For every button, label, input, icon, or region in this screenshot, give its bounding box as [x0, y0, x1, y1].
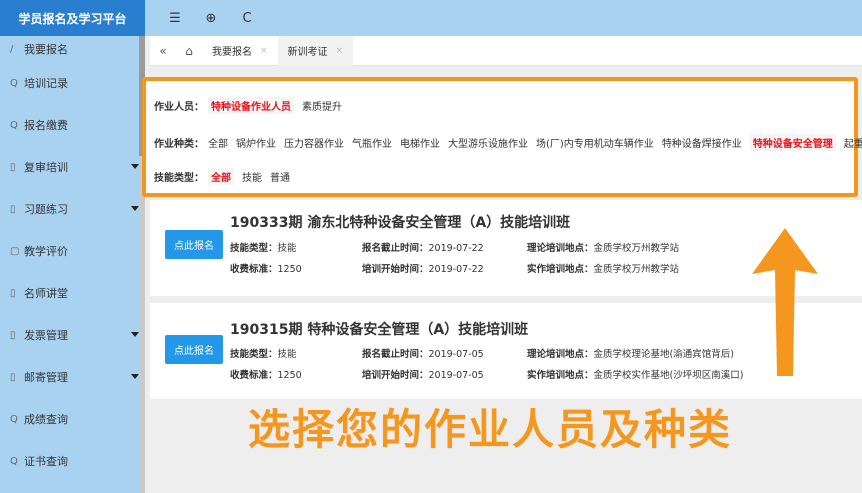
sidebar-item[interactable]: ▯ 邮寄管理 — [0, 356, 145, 398]
theory-location: 理论培训地点：金质学校理论基地(渝通宾馆背后) — [527, 349, 734, 360]
menu-item-icon: Q — [10, 77, 18, 89]
filter-option[interactable]: 全部 — [208, 168, 234, 185]
tab-label: 新训考证 — [287, 47, 328, 58]
sidebar-item[interactable]: Q 证书查询 — [0, 440, 145, 482]
practice-location: 实作培训地点：金质学校万州教学站 — [527, 264, 680, 275]
tab-label: 我要报名 — [212, 47, 252, 58]
filter-option[interactable]: 锅炉作业 — [236, 135, 276, 150]
filter-option[interactable]: 起重机作业 — [844, 135, 862, 150]
sidebar-item-label: 教学评价 — [24, 245, 68, 258]
sidebar-item[interactable]: Q 培训记录 — [0, 62, 145, 104]
sidebar-item[interactable]: ▯ 复审培训 — [0, 146, 145, 188]
menu-item-icon: ▯ — [10, 287, 16, 299]
menu-toggle-icon[interactable]: ☰ — [167, 11, 183, 26]
sidebar-item-label: 我要报名 — [24, 43, 68, 56]
tab-bar: « ⌂ 我要报名 × 新训考证 × — [150, 35, 862, 66]
deadline: 报名截止时间：2019-07-22 — [362, 243, 484, 254]
sidebar-menu: / 我要报名 Q 培训记录 Q 报名缴费 ▯ 复审培训 ▯ 习题练习 ▢ 教学评价 ▯ 名师讲堂 ▯ 发票管理… — [0, 36, 145, 482]
sidebar-item[interactable]: Q 成绩查询 — [0, 398, 145, 440]
globe-icon[interactable]: ⊕ — [203, 11, 219, 26]
skill-type: 技能类型：技能 — [230, 349, 297, 360]
course-title: 190333期 渝东北特种设备安全管理（A）技能培训班 — [230, 215, 571, 231]
filter-label: 作业种类： — [154, 139, 204, 150]
filter-panel: 作业人员： 特种设备作业人员 素质提升 作业种类： 全部 锅炉作业 压力容器作业 气瓶作… — [142, 77, 862, 197]
menu-item-icon: ▢ — [10, 245, 20, 257]
instruction-caption: 选择您的作业人员及种类 — [248, 405, 733, 454]
filter-option[interactable]: 大型游乐设施作业 — [448, 135, 528, 150]
theory-location: 理论培训地点：金质学校万州教学站 — [527, 243, 680, 254]
apply-button[interactable]: 点此报名 — [165, 230, 223, 259]
sidebar-item[interactable]: ▢ 教学评价 — [0, 230, 145, 272]
menu-item-icon: Q — [10, 119, 18, 131]
up-arrow-icon — [752, 228, 818, 376]
sidebar-item[interactable]: Q 报名缴费 — [0, 104, 145, 146]
tab-signup[interactable]: 我要报名 × — [202, 36, 278, 66]
sidebar-item-label: 报名缴费 — [24, 119, 68, 132]
sidebar-item-label: 邮寄管理 — [24, 371, 68, 384]
sidebar-item-label: 发票管理 — [24, 329, 68, 342]
filter-row-personnel: 作业人员： 特种设备作业人员 素质提升 — [154, 97, 854, 114]
expand-caret-icon[interactable] — [131, 374, 139, 379]
menu-item-icon: ▯ — [10, 371, 16, 383]
filter-option[interactable]: 气瓶作业 — [352, 135, 392, 150]
filter-label: 作业人员： — [154, 102, 204, 113]
sidebar-item[interactable]: ▯ 发票管理 — [0, 314, 145, 356]
filter-option[interactable]: 技能 — [242, 169, 262, 184]
menu-item-icon: ▯ — [10, 161, 16, 173]
brand-title: 学员报名及学习平台 — [0, 0, 145, 36]
fee: 收费标准：1250 — [230, 370, 302, 381]
menu-item-icon: / — [10, 43, 14, 55]
filter-option[interactable]: 压力容器作业 — [284, 135, 344, 150]
tabs-back-icon[interactable]: « — [150, 44, 176, 58]
filter-option[interactable]: 普通 — [270, 169, 290, 184]
filter-option[interactable]: 素质提升 — [302, 98, 342, 113]
filter-label: 技能类型： — [154, 173, 204, 184]
close-icon[interactable]: × — [260, 46, 268, 56]
sidebar-item[interactable]: ▯ 名师讲堂 — [0, 272, 145, 314]
menu-item-icon: ▯ — [10, 329, 16, 341]
sidebar-item[interactable]: ▯ 习题练习 — [0, 188, 145, 230]
sidebar-item-label: 证书查询 — [24, 455, 68, 468]
skill-type: 技能类型：技能 — [230, 243, 297, 254]
filter-option[interactable]: 场(厂)内专用机动车辆作业 — [536, 135, 654, 150]
filter-option[interactable]: 电梯作业 — [400, 135, 440, 150]
filter-option[interactable]: 特种设备作业人员 — [208, 97, 294, 114]
sidebar-item[interactable]: / 我要报名 — [0, 36, 145, 62]
filter-row-skill: 技能类型： 全部 技能 普通 — [154, 168, 854, 185]
sidebar-item-label: 培训记录 — [24, 77, 68, 90]
menu-item-icon: ▯ — [10, 203, 16, 215]
course-title: 190315期 特种设备安全管理（A）技能培训班 — [230, 322, 529, 338]
close-icon[interactable]: × — [336, 46, 344, 56]
menu-item-icon: Q — [10, 455, 18, 467]
expand-caret-icon[interactable] — [131, 332, 139, 337]
filter-option[interactable]: 特种设备焊接作业 — [662, 135, 742, 150]
start-date: 培训开始时间：2019-07-05 — [362, 370, 484, 381]
filter-option[interactable]: 全部 — [208, 135, 228, 150]
sidebar-item-label: 习题练习 — [24, 203, 68, 216]
filter-row-category: 作业种类： 全部 锅炉作业 压力容器作业 气瓶作业 电梯作业 大型游乐设施作业 场(厂)内专… — [154, 134, 862, 151]
apply-button[interactable]: 点此报名 — [165, 335, 223, 364]
tab-new-training[interactable]: 新训考证 × — [277, 35, 354, 66]
top-bar: ☰ ⊕ C — [145, 0, 862, 36]
fee: 收费标准：1250 — [230, 264, 302, 275]
refresh-icon[interactable]: C — [239, 11, 255, 26]
filter-option[interactable]: 特种设备安全管理 — [749, 134, 836, 151]
home-icon[interactable]: ⌂ — [176, 44, 202, 58]
sidebar-item-label: 成绩查询 — [24, 413, 68, 426]
sidebar-item-label: 名师讲堂 — [24, 287, 68, 300]
expand-caret-icon[interactable] — [131, 206, 139, 211]
sidebar: 学员报名及学习平台 / 我要报名 Q 培训记录 Q 报名缴费 ▯ 复审培训 ▯ 习题练习 ▢ 教学评价… — [0, 0, 145, 493]
menu-item-icon: Q — [10, 413, 18, 425]
start-date: 培训开始时间：2019-07-22 — [362, 264, 484, 275]
deadline: 报名截止时间：2019-07-05 — [362, 349, 484, 360]
expand-caret-icon[interactable] — [131, 164, 139, 169]
sidebar-item-label: 复审培训 — [24, 161, 68, 174]
practice-location: 实作培训地点：金质学校实作基地(沙坪坝区南溪口) — [527, 370, 744, 381]
